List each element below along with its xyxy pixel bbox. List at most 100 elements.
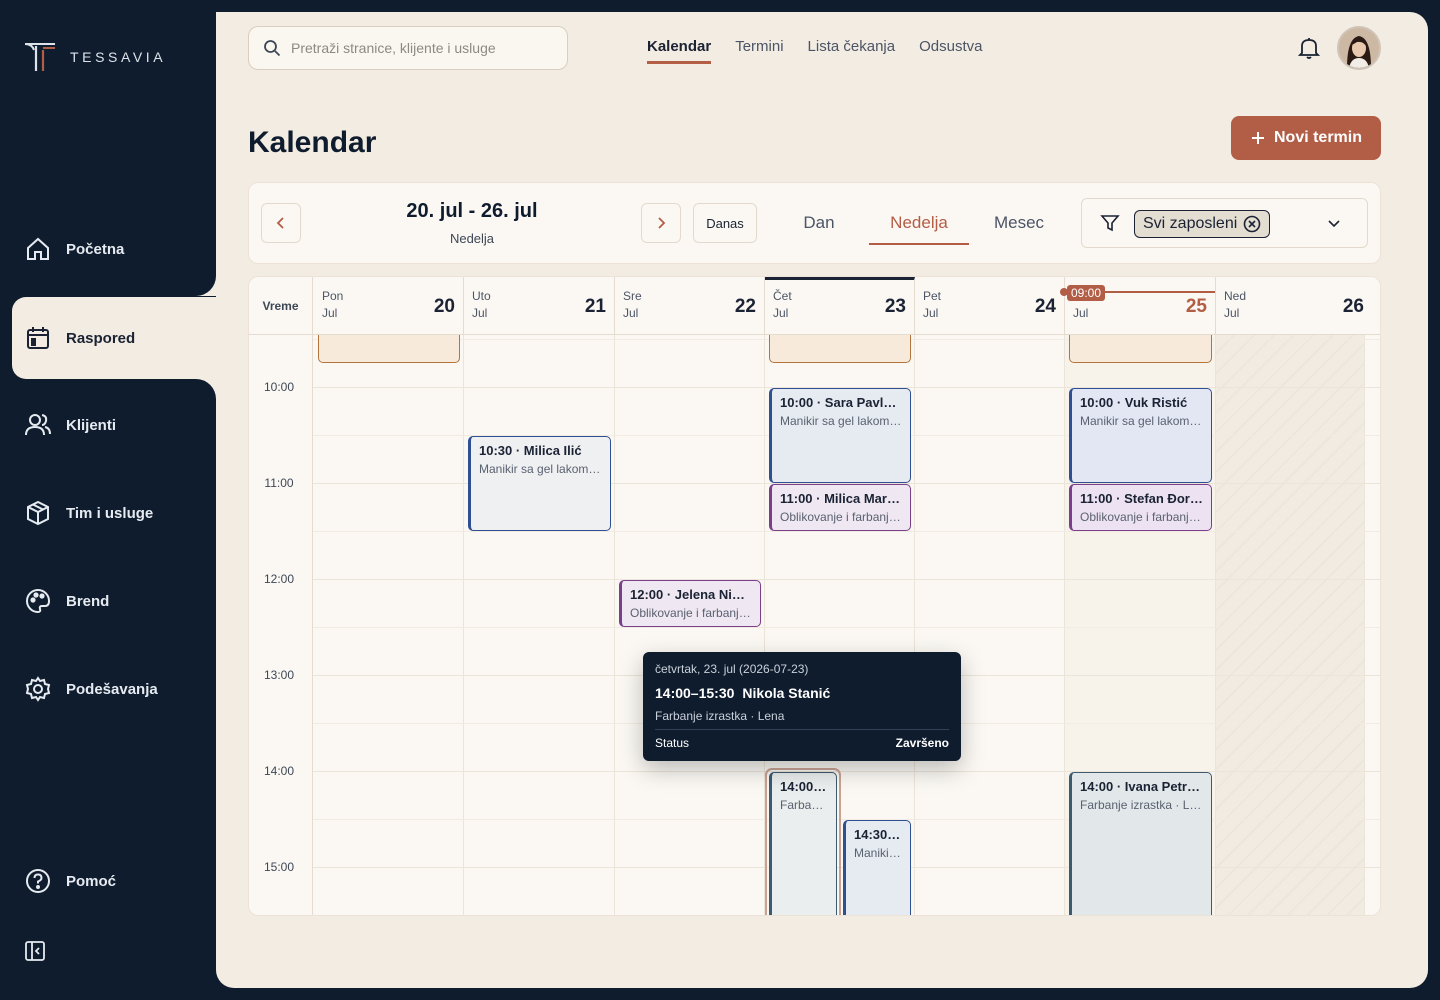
tooltip-heading: 14:00–15:30 Nikola Stanić: [655, 685, 949, 701]
tooltip-status-row: Status Završeno: [655, 736, 949, 750]
hour-label: 12:00: [263, 572, 295, 586]
collapse-sidebar-icon[interactable]: [24, 940, 46, 962]
tooltip-time: 14:00–15:30: [655, 685, 735, 701]
view-tab-month[interactable]: Mesec: [969, 203, 1069, 245]
event-card[interactable]: 14:00 · Ivana Petro… Farbanje izrastka ·…: [1069, 772, 1212, 915]
search-icon: [264, 40, 281, 57]
tooltip-service: Farbanje izrastka · Lena: [655, 709, 785, 723]
tooltip-client: Nikola Stanić: [742, 685, 831, 701]
day-name: Pon: [322, 289, 344, 303]
event-card[interactable]: 10:30 · Milica Ilić Manikir sa gel lakom…: [468, 436, 611, 531]
event-card[interactable]: 10:00 · Sara Pavlov… Manikir sa gel lako…: [769, 388, 911, 483]
day-number: 22: [734, 296, 756, 317]
event-title: 11:00 · Milica Mark…: [780, 491, 902, 506]
new-appointment-label: Novi termin: [1273, 129, 1362, 146]
event-card[interactable]: 12:00 · Jelena Niko… Oblikovanje i farba…: [619, 580, 761, 627]
event-card-partial[interactable]: [1069, 335, 1212, 363]
event-card[interactable]: 11:00 · Milica Mark… Oblikovanje i farba…: [769, 484, 911, 531]
sidebar-item-label: Početna: [66, 240, 125, 258]
new-appointment-button[interactable]: Novi termin: [1231, 116, 1381, 160]
date-range-subtitle: Nedelja: [449, 231, 495, 246]
next-week-button[interactable]: [641, 203, 681, 243]
time-column: 10:00 11:00 12:00 13:00 14:00 15:00: [249, 335, 313, 915]
plus-icon: [1251, 132, 1264, 144]
chevron-right-icon: [658, 217, 666, 229]
palette-icon: [26, 588, 51, 614]
employee-filter-chip-label: Svi zaposleni: [1143, 215, 1238, 232]
calendar-header: Vreme Pon Jul 20 Uto Jul 21 Sre Jul 22 Č…: [249, 277, 1380, 335]
day-month: Jul: [773, 306, 789, 320]
day-number: 23: [884, 296, 906, 317]
main-content: Kalendar Termini Lista čekanja Odsustva …: [216, 12, 1428, 988]
search-input[interactable]: [291, 40, 541, 56]
user-avatar[interactable]: [1337, 26, 1381, 70]
tab-appointments[interactable]: Termini: [735, 38, 783, 64]
brand-logo[interactable]: TESSAVIA: [24, 42, 166, 72]
sidebar-item-label: Pomoć: [66, 872, 117, 890]
event-card[interactable]: 14:30 ·… Manikir …: [843, 820, 911, 915]
day-header-mon[interactable]: Pon Jul 20: [314, 277, 464, 335]
help-icon: [26, 869, 50, 893]
event-card-selected[interactable]: 14:00 ·… Farbanj…: [769, 772, 837, 915]
day-header-sun[interactable]: Ned Jul 26: [1216, 277, 1380, 335]
day-header-fri[interactable]: Pet Jul 24: [915, 277, 1065, 335]
event-card[interactable]: 11:00 · Stefan Đor… Oblikovanje i farban…: [1069, 484, 1212, 531]
home-icon: [27, 237, 49, 260]
event-card[interactable]: 10:00 · Vuk Ristić Manikir sa gel lakom …: [1069, 388, 1212, 483]
sidebar-item-home[interactable]: Početna: [12, 208, 216, 290]
tab-calendar[interactable]: Kalendar: [647, 38, 712, 64]
day-column-mon[interactable]: [314, 335, 464, 915]
logo-mark-icon: [24, 43, 55, 71]
tab-absences[interactable]: Odsustva: [919, 38, 982, 64]
chevron-down-icon[interactable]: [1327, 218, 1341, 230]
day-number: 20: [433, 296, 455, 317]
day-header-tue[interactable]: Uto Jul 21: [464, 277, 615, 335]
sidebar-item-help[interactable]: Pomoć: [12, 840, 216, 922]
day-name: Sre: [623, 289, 642, 303]
calendar-grid: 10:00 11:00 12:00 13:00 14:00 15:00 10:0…: [249, 335, 1380, 915]
employee-filter-chip[interactable]: Svi zaposleni: [1134, 210, 1271, 238]
filter-icon: [1100, 215, 1120, 232]
day-number: 25: [1185, 296, 1207, 317]
prev-week-button[interactable]: [261, 203, 301, 243]
current-time-badge: 09:00: [1067, 285, 1106, 301]
employee-filter[interactable]: Svi zaposleni: [1081, 198, 1368, 248]
sidebar-item-clients[interactable]: Klijenti: [12, 384, 216, 466]
grid-line: [313, 579, 1380, 580]
sidebar-item-settings[interactable]: Podešavanja: [12, 648, 216, 730]
nav-corner-top: [196, 276, 216, 296]
day-column-fri[interactable]: [915, 335, 1065, 915]
sidebar-item-label: Tim i usluge: [66, 504, 154, 522]
event-title: 12:00 · Jelena Niko…: [630, 587, 752, 602]
sidebar-item-team-services[interactable]: Tim i usluge: [12, 472, 216, 554]
sidebar: TESSAVIA Početna Raspored Klijenti Tim i…: [0, 0, 216, 1000]
sidebar-item-label: Raspored: [66, 329, 136, 347]
hour-label: 11:00: [264, 476, 294, 490]
day-name: Čet: [773, 289, 792, 303]
tab-waitlist[interactable]: Lista čekanja: [808, 38, 896, 64]
day-month: Jul: [623, 306, 639, 320]
event-title: 10:00 · Vuk Ristić: [1080, 395, 1188, 410]
event-tooltip: četvrtak, 23. jul (2026-07-23) 14:00–15:…: [643, 652, 961, 761]
view-tab-day[interactable]: Dan: [769, 203, 869, 245]
event-card-partial[interactable]: [769, 335, 911, 363]
day-name: Uto: [472, 289, 491, 303]
day-header-thu[interactable]: Čet Jul 23: [765, 277, 915, 335]
today-button[interactable]: Danas: [693, 203, 757, 243]
view-tab-week[interactable]: Nedelja: [869, 203, 969, 245]
event-subtitle: Manikir sa gel lakom · …: [479, 462, 602, 476]
day-column-sun[interactable]: [1216, 335, 1365, 915]
day-header-wed[interactable]: Sre Jul 22: [615, 277, 765, 335]
event-subtitle: Oblikovanje i farbanje…: [1080, 510, 1203, 524]
clear-circle-icon[interactable]: [1243, 215, 1261, 233]
sidebar-item-schedule[interactable]: Raspored: [12, 297, 216, 379]
day-column-tue[interactable]: [464, 335, 615, 915]
notification-bell-icon[interactable]: [1298, 36, 1320, 60]
avatar-photo-icon: [1339, 28, 1379, 68]
sidebar-item-brand[interactable]: Brend: [12, 560, 216, 642]
search-box[interactable]: [248, 26, 568, 70]
event-subtitle: Farbanje izrastka · Le…: [1080, 798, 1203, 812]
day-number: 26: [1342, 296, 1364, 317]
event-card-partial[interactable]: [318, 335, 460, 363]
page-title: Kalendar: [248, 126, 377, 159]
